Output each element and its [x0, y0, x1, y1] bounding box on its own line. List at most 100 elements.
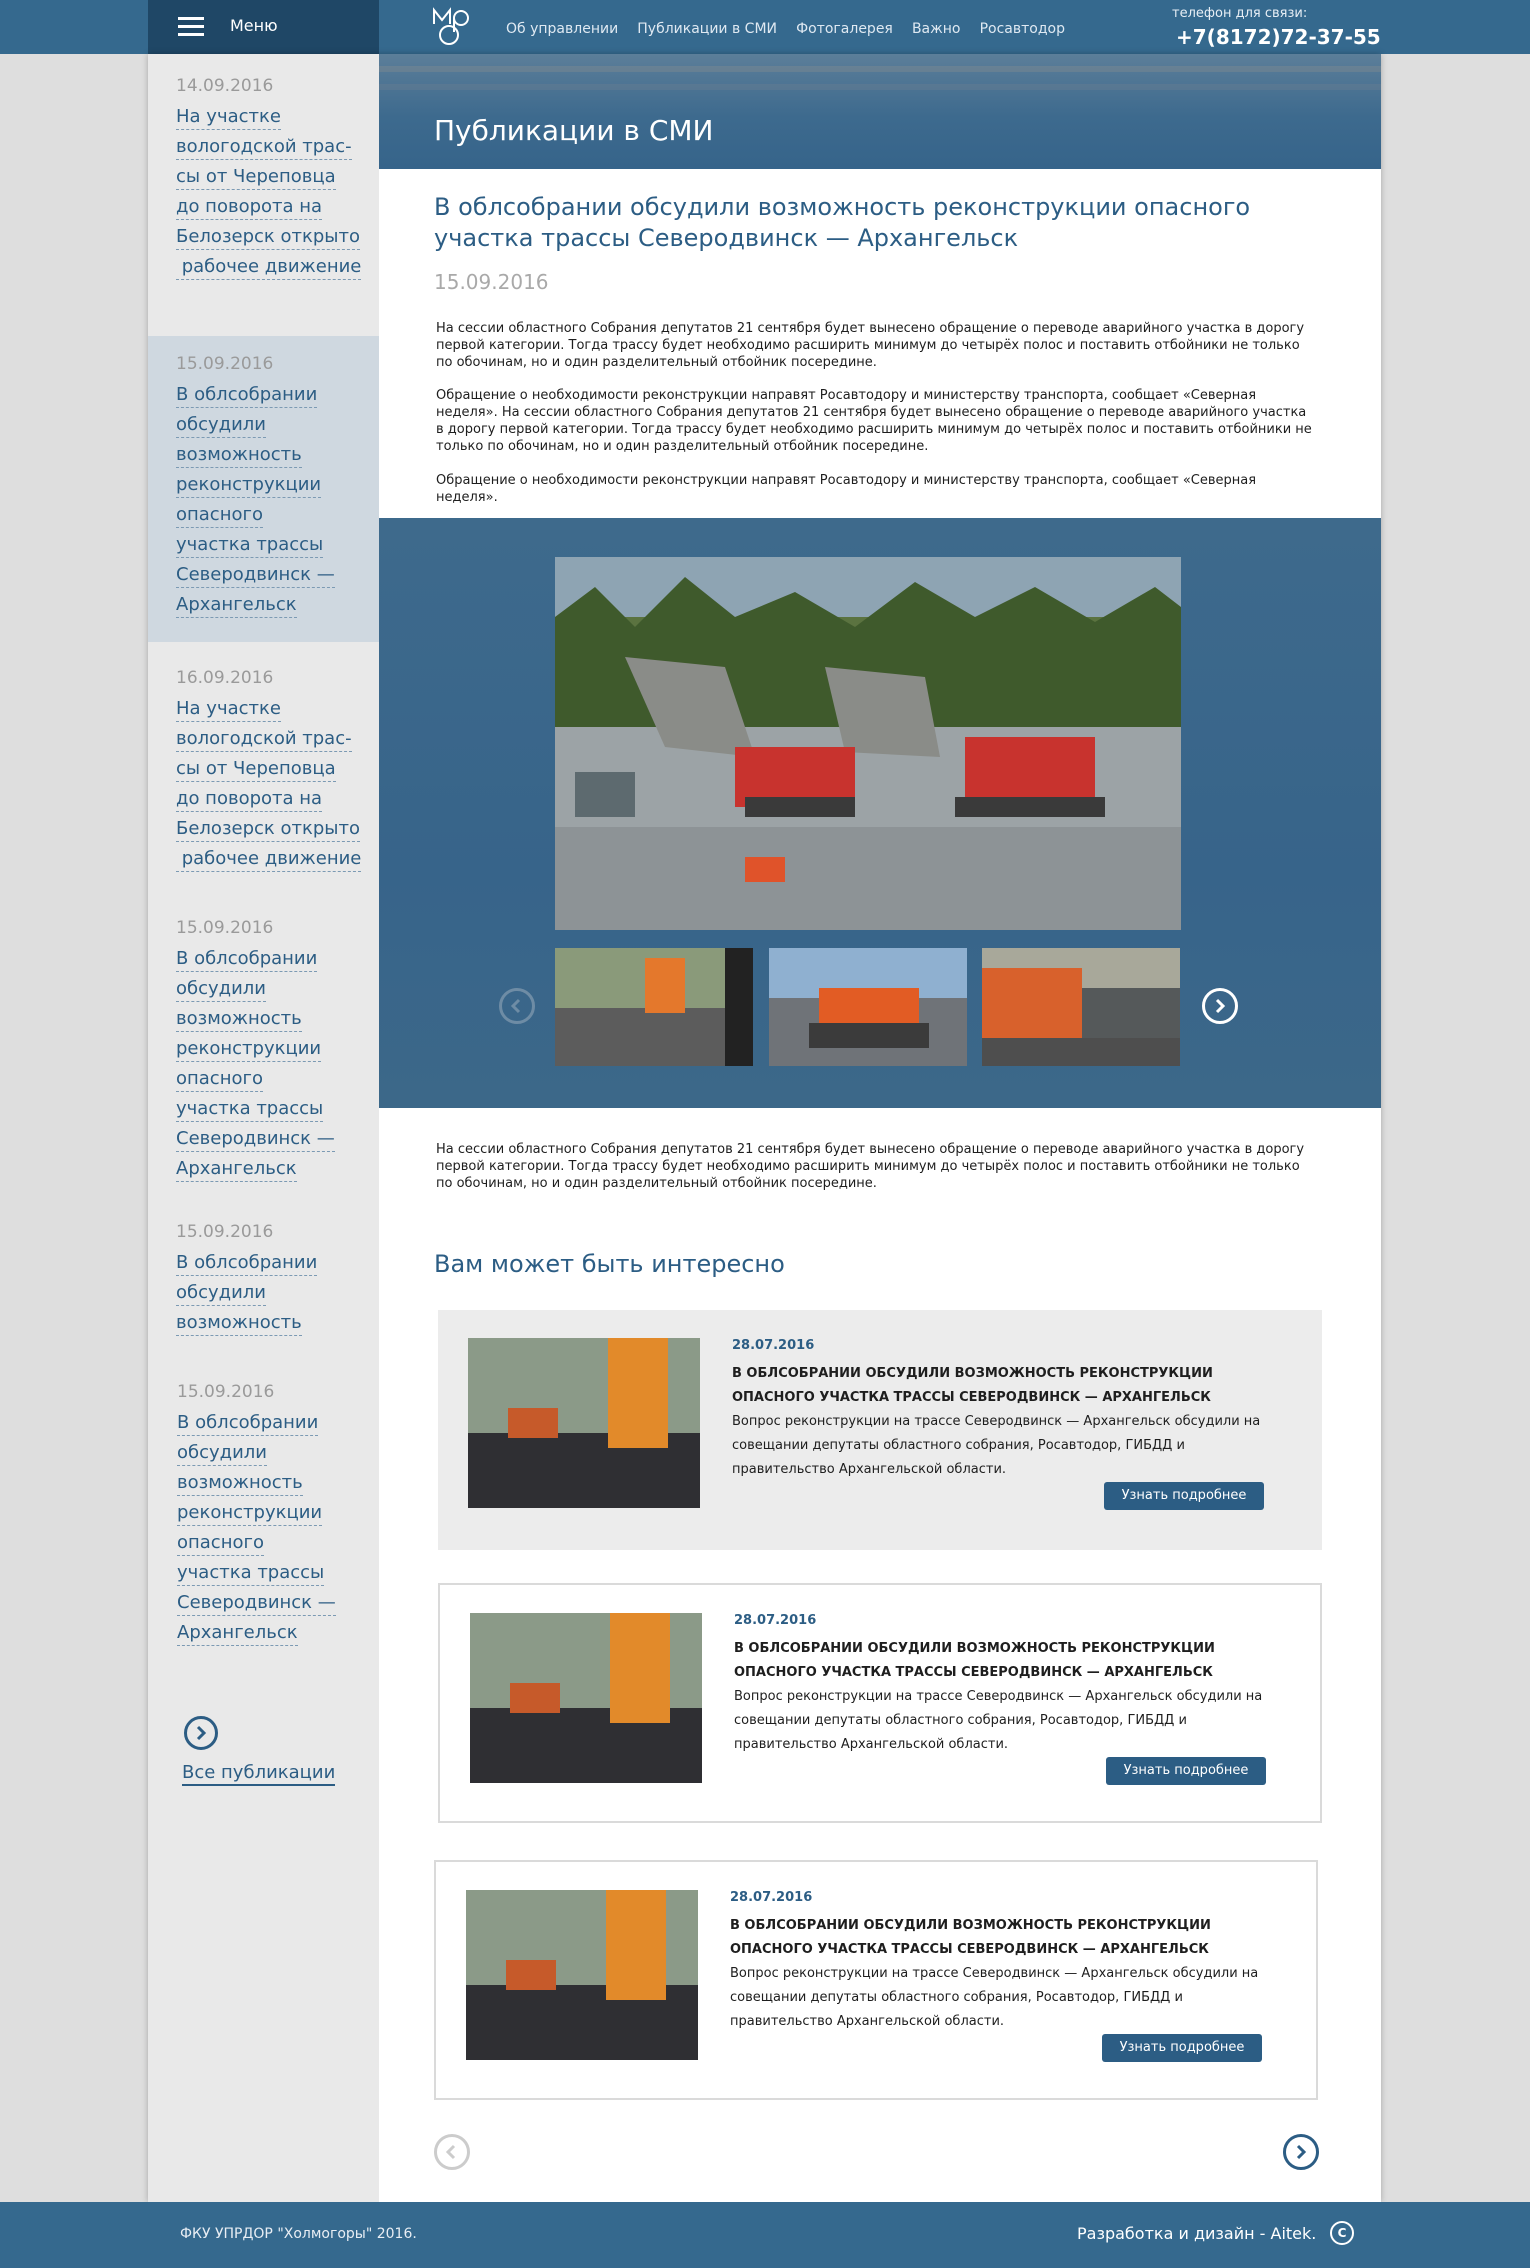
related-card-date: 28.07.2016	[730, 1890, 813, 1905]
article-paragraph: Обращение о необходимости реконструкции …	[436, 473, 1257, 505]
sidebar-item-line: возможность	[176, 444, 302, 468]
gallery-prev-button[interactable]	[499, 988, 535, 1024]
header-bar: Меню Об управлении Публикации в СМИ Фото…	[0, 0, 1530, 54]
related-prev-button[interactable]	[434, 2134, 470, 2170]
nav-rosavtodor[interactable]: Росавтодор	[980, 21, 1065, 37]
sidebar-item-line: участка трассы	[176, 534, 324, 558]
sidebar-item-line: В облсобрании	[176, 948, 318, 972]
sidebar-item-line: участка трассы	[176, 1098, 324, 1122]
sidebar-item-line: вологодской трас-	[176, 136, 352, 160]
sidebar-item-title[interactable]: В облсобрании обсудили возможность	[176, 1248, 376, 1338]
more-button[interactable]: Узнать подробнее	[1102, 2034, 1262, 2062]
main-nav: Об управлении Публикации в СМИ Фотогалер…	[506, 18, 1079, 38]
sidebar-item-line: возможность	[176, 1312, 302, 1336]
chevron-left-icon	[445, 2144, 456, 2160]
sidebar-item[interactable]: 15.09.2016 В облсобрании обсудили возмож…	[148, 916, 379, 1216]
gallery-main-photo[interactable]	[555, 557, 1181, 930]
chevron-right-icon	[1215, 998, 1226, 1014]
card-photo	[468, 1338, 700, 1508]
thumbnail-photo	[982, 948, 1180, 1066]
sidebar-item-line: обсудили	[176, 1282, 267, 1306]
sidebar-item[interactable]: 15.09.2016 В облсобрании обсудили возмож…	[148, 1380, 379, 1680]
related-card[interactable]: 28.07.2016 В облсобрании обсудили возмож…	[438, 1583, 1322, 1823]
related-card-title[interactable]: В облсобрании обсудили возможность рекон…	[730, 1914, 1230, 1962]
related-card-text: Вопрос реконструкции на трассе Северодви…	[732, 1414, 1261, 1477]
footer: ФКУ УПРДОР "Холмогоры" 2016. Разработка …	[0, 2202, 1530, 2268]
menu-button[interactable]: Меню	[148, 0, 379, 54]
footer-developer[interactable]: Разработка и дизайн - Aitek.	[1077, 2224, 1316, 2243]
sidebar: 14.09.2016 На участке вологодской трас- …	[148, 54, 379, 2202]
sidebar-item-line: Белозерск открыто	[176, 818, 361, 842]
sidebar-item-title[interactable]: На участке вологодской трас- сы от Череп…	[176, 694, 376, 874]
related-card-text: Вопрос реконструкции на трассе Северодви…	[730, 1966, 1259, 2029]
sidebar-item-title[interactable]: В облсобрании обсудили возможность рекон…	[176, 944, 376, 1184]
sidebar-item-line: обсудили	[176, 414, 267, 438]
sidebar-item-title[interactable]: В облсобрании обсудили возможность рекон…	[176, 380, 376, 620]
gallery-thumbnail[interactable]	[555, 948, 753, 1066]
sidebar-item[interactable]: 16.09.2016 На участке вологодской трас- …	[148, 666, 379, 906]
sidebar-item-line: участка трассы	[177, 1562, 325, 1586]
sidebar-item-line: опасного	[176, 1068, 263, 1092]
related-card-date: 28.07.2016	[732, 1338, 815, 1353]
sidebar-item-line: Северодвинск —	[176, 564, 335, 588]
sidebar-item-line: вологодской трас-	[176, 728, 352, 752]
sidebar-item-line: Северодвинск —	[177, 1592, 336, 1616]
sidebar-item-date: 15.09.2016	[177, 1382, 275, 1402]
sidebar-item-line: В облсобрании	[176, 384, 318, 408]
sidebar-item-line: рабочее движение	[176, 256, 362, 280]
more-button[interactable]: Узнать подробнее	[1106, 1757, 1266, 1785]
page-title: Публикации в СМИ	[434, 114, 714, 147]
thumbnail-photo	[555, 948, 753, 1066]
sidebar-item-line: реконструкции	[176, 1038, 322, 1062]
related-card[interactable]: 28.07.2016 В облсобрании обсудили возмож…	[438, 1310, 1322, 1550]
sidebar-item-line: до поворота на	[176, 788, 323, 812]
related-card[interactable]: 28.07.2016 В облсобрании обсудили возмож…	[434, 1860, 1318, 2100]
sidebar-item-line: опасного	[176, 504, 263, 528]
related-next-button[interactable]	[1283, 2134, 1319, 2170]
sidebar-item-line: Белозерск открыто	[176, 226, 361, 250]
sidebar-item-line: сы от Череповца	[176, 758, 336, 782]
gallery-thumbnail[interactable]	[982, 948, 1180, 1066]
logo[interactable]	[430, 6, 478, 48]
sidebar-item-title[interactable]: В облсобрании обсудили возможность рекон…	[177, 1408, 377, 1648]
nav-publications[interactable]: Публикации в СМИ	[637, 21, 777, 37]
card-photo	[466, 1890, 698, 2060]
gallery-thumbnail[interactable]	[769, 948, 967, 1066]
sidebar-item-line: рабочее движение	[176, 848, 362, 872]
all-publications-link[interactable]: Все публикации	[182, 1762, 336, 1786]
related-card-image[interactable]	[466, 1890, 698, 2060]
sidebar-item-line: В облсобрании	[177, 1412, 319, 1436]
sidebar-item-line: Архангельск	[176, 594, 297, 618]
sidebar-item-line: опасного	[177, 1532, 264, 1556]
phone-number[interactable]: +7(8172)72-37-55	[1176, 25, 1381, 49]
sidebar-next-button[interactable]	[184, 1716, 218, 1750]
sidebar-item-date: 15.09.2016	[176, 918, 274, 938]
article-paragraph: На сессии областного Собрания депутатов …	[436, 321, 1305, 370]
related-card-image[interactable]	[468, 1338, 700, 1508]
nav-important[interactable]: Важно	[912, 21, 961, 37]
related-card-image[interactable]	[470, 1613, 702, 1783]
related-card-text: Вопрос реконструкции на трассе Северодви…	[734, 1689, 1263, 1752]
nav-gallery[interactable]: Фотогалерея	[796, 21, 893, 37]
related-card-title[interactable]: В облсобрании обсудили возможность рекон…	[732, 1362, 1232, 1410]
copyright-icon: C	[1330, 2221, 1354, 2245]
sidebar-item-line: реконструкции	[176, 474, 322, 498]
hamburger-icon	[178, 17, 204, 37]
sidebar-item-line: Северодвинск —	[176, 1128, 335, 1152]
article-paragraph: На сессии областного Собрания депутатов …	[436, 1142, 1305, 1191]
sidebar-item-line: сы от Череповца	[176, 166, 336, 190]
sidebar-item-line: обсудили	[177, 1442, 268, 1466]
nav-about[interactable]: Об управлении	[506, 21, 618, 37]
sidebar-item-title[interactable]: На участке вологодской трас- сы от Череп…	[176, 102, 376, 282]
more-button[interactable]: Узнать подробнее	[1104, 1482, 1264, 1510]
related-heading: Вам может быть интересно	[434, 1250, 785, 1278]
related-card-date: 28.07.2016	[734, 1613, 817, 1628]
sidebar-item-line: На участке	[176, 106, 281, 130]
sidebar-item[interactable]: 14.09.2016 На участке вологодской трас- …	[148, 74, 379, 314]
sidebar-item-active[interactable]: 15.09.2016 В облсобрании обсудили возмож…	[148, 336, 379, 642]
sidebar-item[interactable]: 15.09.2016 В облсобрании обсудили возмож…	[148, 1220, 379, 1350]
related-card-title[interactable]: В облсобрании обсудили возможность рекон…	[734, 1637, 1234, 1685]
gallery-next-button[interactable]	[1202, 988, 1238, 1024]
chevron-right-icon	[1296, 2144, 1307, 2160]
sidebar-item-date: 14.09.2016	[176, 76, 274, 96]
